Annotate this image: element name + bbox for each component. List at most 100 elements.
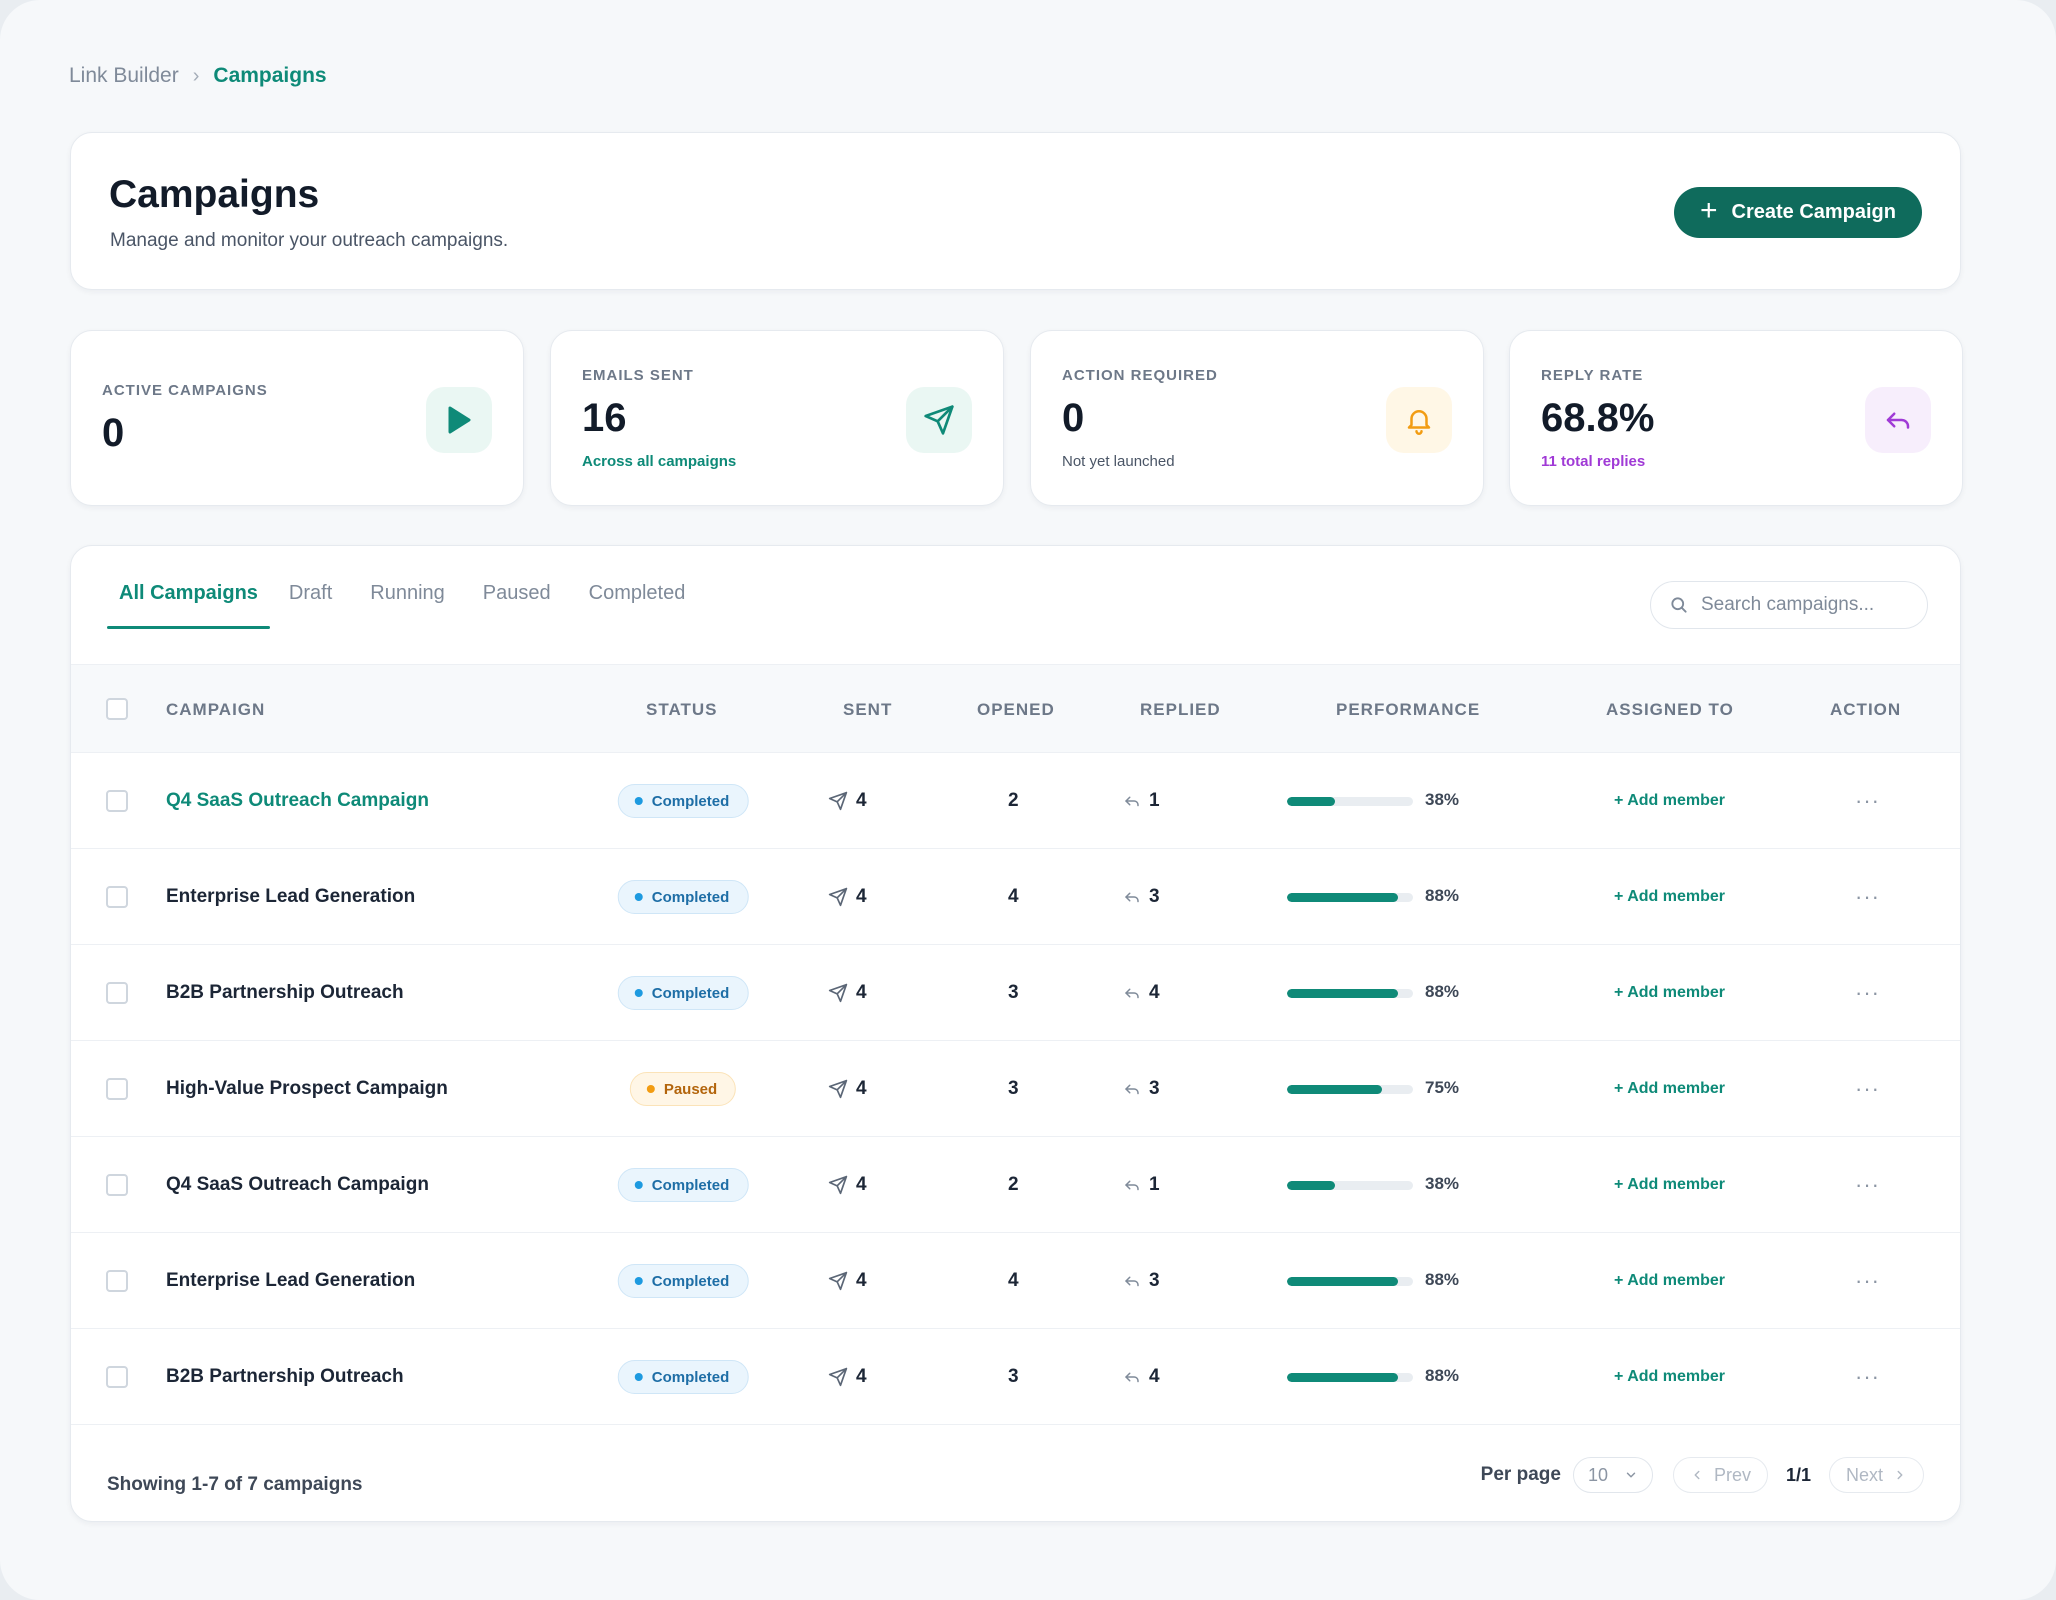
row-checkbox[interactable] (106, 1078, 128, 1100)
replied-count: 4 (1149, 982, 1160, 1003)
column-sent[interactable]: Sent (843, 665, 892, 754)
reply-icon (1123, 792, 1141, 810)
per-page-select[interactable]: 10 (1572, 1457, 1653, 1493)
row-checkbox[interactable] (106, 1366, 128, 1388)
more-actions-icon[interactable]: ··· (1855, 1270, 1880, 1292)
stat-value: 68.8% (1541, 396, 1655, 440)
more-actions-icon[interactable]: ··· (1855, 1078, 1880, 1100)
stat-note: Across all campaigns (582, 453, 737, 470)
next-page-button[interactable]: Next (1828, 1457, 1924, 1493)
column-campaign[interactable]: Campaign (166, 665, 265, 754)
send-icon (828, 1079, 848, 1099)
pagination: Per page 10 Prev 1/1 Next (1481, 1457, 1924, 1493)
tab-paused[interactable]: Paused (464, 582, 570, 629)
tab-running[interactable]: Running (351, 582, 464, 629)
column-replied[interactable]: Replied (1140, 665, 1221, 754)
send-icon (828, 1271, 848, 1291)
table-row[interactable]: B2B Partnership Outreach Completed 4 3 4 (71, 1329, 1960, 1425)
add-member-button[interactable]: + Add member (1614, 1176, 1725, 1194)
table-row[interactable]: B2B Partnership Outreach Completed 4 3 4 (71, 945, 1960, 1041)
tab-draft[interactable]: Draft (270, 582, 351, 629)
column-opened[interactable]: Opened (977, 665, 1055, 754)
search-icon (1671, 597, 1687, 613)
campaign-tabs: All Campaigns Draft Running Paused Compl… (107, 582, 704, 629)
search-input[interactable]: Search campaigns... (1650, 581, 1928, 629)
breadcrumb-link-builder[interactable]: Link Builder (69, 64, 179, 88)
play-icon (426, 387, 492, 453)
chevron-down-icon (1626, 1472, 1636, 1478)
stat-note: 11 total replies (1541, 453, 1646, 470)
stat-note: Not yet launched (1062, 453, 1175, 470)
create-campaign-label: Create Campaign (1731, 201, 1897, 223)
next-page-label: Next (1845, 1464, 1883, 1485)
campaign-name[interactable]: B2B Partnership Outreach (166, 982, 404, 1004)
performance-percent: 38% (1425, 790, 1460, 809)
stat-card-action-required: Action Required 0 Not yet launched (1030, 330, 1484, 506)
chevron-right-icon (1897, 1470, 1903, 1480)
campaign-name[interactable]: High-Value Prospect Campaign (166, 1078, 448, 1100)
add-member-button[interactable]: + Add member (1614, 1368, 1725, 1386)
column-status[interactable]: Status (646, 665, 717, 754)
row-checkbox[interactable] (106, 1174, 128, 1196)
performance-bar (1287, 1084, 1413, 1094)
campaigns-table-card: All Campaigns Draft Running Paused Compl… (70, 545, 1961, 1522)
status-badge: Completed (617, 1264, 749, 1298)
performance-percent: 75% (1425, 1078, 1460, 1097)
create-campaign-button[interactable]: + Create Campaign (1673, 187, 1922, 238)
select-all-checkbox[interactable] (106, 698, 128, 720)
status-label: Completed (651, 792, 730, 810)
add-member-button[interactable]: + Add member (1614, 984, 1725, 1002)
performance-fill (1287, 1180, 1335, 1190)
table-row[interactable]: Q4 SaaS Outreach Campaign Completed 4 2 … (71, 753, 1960, 849)
table-row[interactable]: Enterprise Lead Generation Completed 4 4… (71, 1233, 1960, 1329)
performance-bar (1287, 796, 1413, 806)
search-placeholder: Search campaigns... (1701, 594, 1875, 615)
row-checkbox[interactable] (106, 790, 128, 812)
column-performance[interactable]: Performance (1336, 665, 1480, 754)
add-member-button[interactable]: + Add member (1614, 792, 1725, 810)
stat-value: 0 (102, 411, 125, 455)
opened-count: 2 (1008, 790, 1019, 811)
status-label: Completed (651, 1176, 730, 1194)
column-assigned-to[interactable]: Assigned To (1606, 665, 1734, 754)
campaign-name[interactable]: Enterprise Lead Generation (166, 886, 415, 908)
status-label: Completed (651, 984, 730, 1002)
sent-count: 4 (856, 886, 867, 907)
more-actions-icon[interactable]: ··· (1855, 1366, 1880, 1388)
status-badge: Completed (617, 1360, 749, 1394)
add-member-button[interactable]: + Add member (1614, 1080, 1725, 1098)
row-checkbox[interactable] (106, 886, 128, 908)
replied-count: 1 (1149, 790, 1160, 811)
campaign-name[interactable]: Q4 SaaS Outreach Campaign (166, 1174, 429, 1196)
campaign-name[interactable]: Enterprise Lead Generation (166, 1270, 415, 1292)
sent-count: 4 (856, 1366, 867, 1387)
tab-completed[interactable]: Completed (570, 582, 705, 629)
send-icon (828, 791, 848, 811)
performance-fill (1287, 796, 1335, 806)
reply-icon (1865, 387, 1931, 453)
status-dot (634, 989, 643, 997)
table-row[interactable]: Q4 SaaS Outreach Campaign Completed 4 2 … (71, 1137, 1960, 1233)
table-row[interactable]: Enterprise Lead Generation Completed 4 4… (71, 849, 1960, 945)
campaign-name[interactable]: Q4 SaaS Outreach Campaign (166, 790, 429, 812)
per-page-value: 10 (1587, 1464, 1608, 1485)
status-dot (634, 893, 643, 901)
stat-card-active-campaigns: Active Campaigns 0 (70, 330, 524, 506)
add-member-button[interactable]: + Add member (1614, 888, 1725, 906)
row-checkbox[interactable] (106, 1270, 128, 1292)
sent-count: 4 (856, 1270, 867, 1291)
more-actions-icon[interactable]: ··· (1855, 886, 1880, 908)
prev-page-button[interactable]: Prev (1672, 1457, 1768, 1493)
more-actions-icon[interactable]: ··· (1855, 790, 1880, 812)
table-row[interactable]: High-Value Prospect Campaign Paused 4 3 … (71, 1041, 1960, 1137)
replied-count: 4 (1149, 1366, 1160, 1387)
campaign-name[interactable]: B2B Partnership Outreach (166, 1366, 404, 1388)
tab-all-campaigns[interactable]: All Campaigns (107, 582, 270, 629)
more-actions-icon[interactable]: ··· (1855, 1174, 1880, 1196)
more-actions-icon[interactable]: ··· (1855, 982, 1880, 1004)
page-title: Campaigns (109, 173, 320, 216)
breadcrumb-current: Campaigns (213, 64, 327, 87)
row-checkbox[interactable] (106, 982, 128, 1004)
add-member-button[interactable]: + Add member (1614, 1272, 1725, 1290)
send-icon (828, 1367, 848, 1387)
